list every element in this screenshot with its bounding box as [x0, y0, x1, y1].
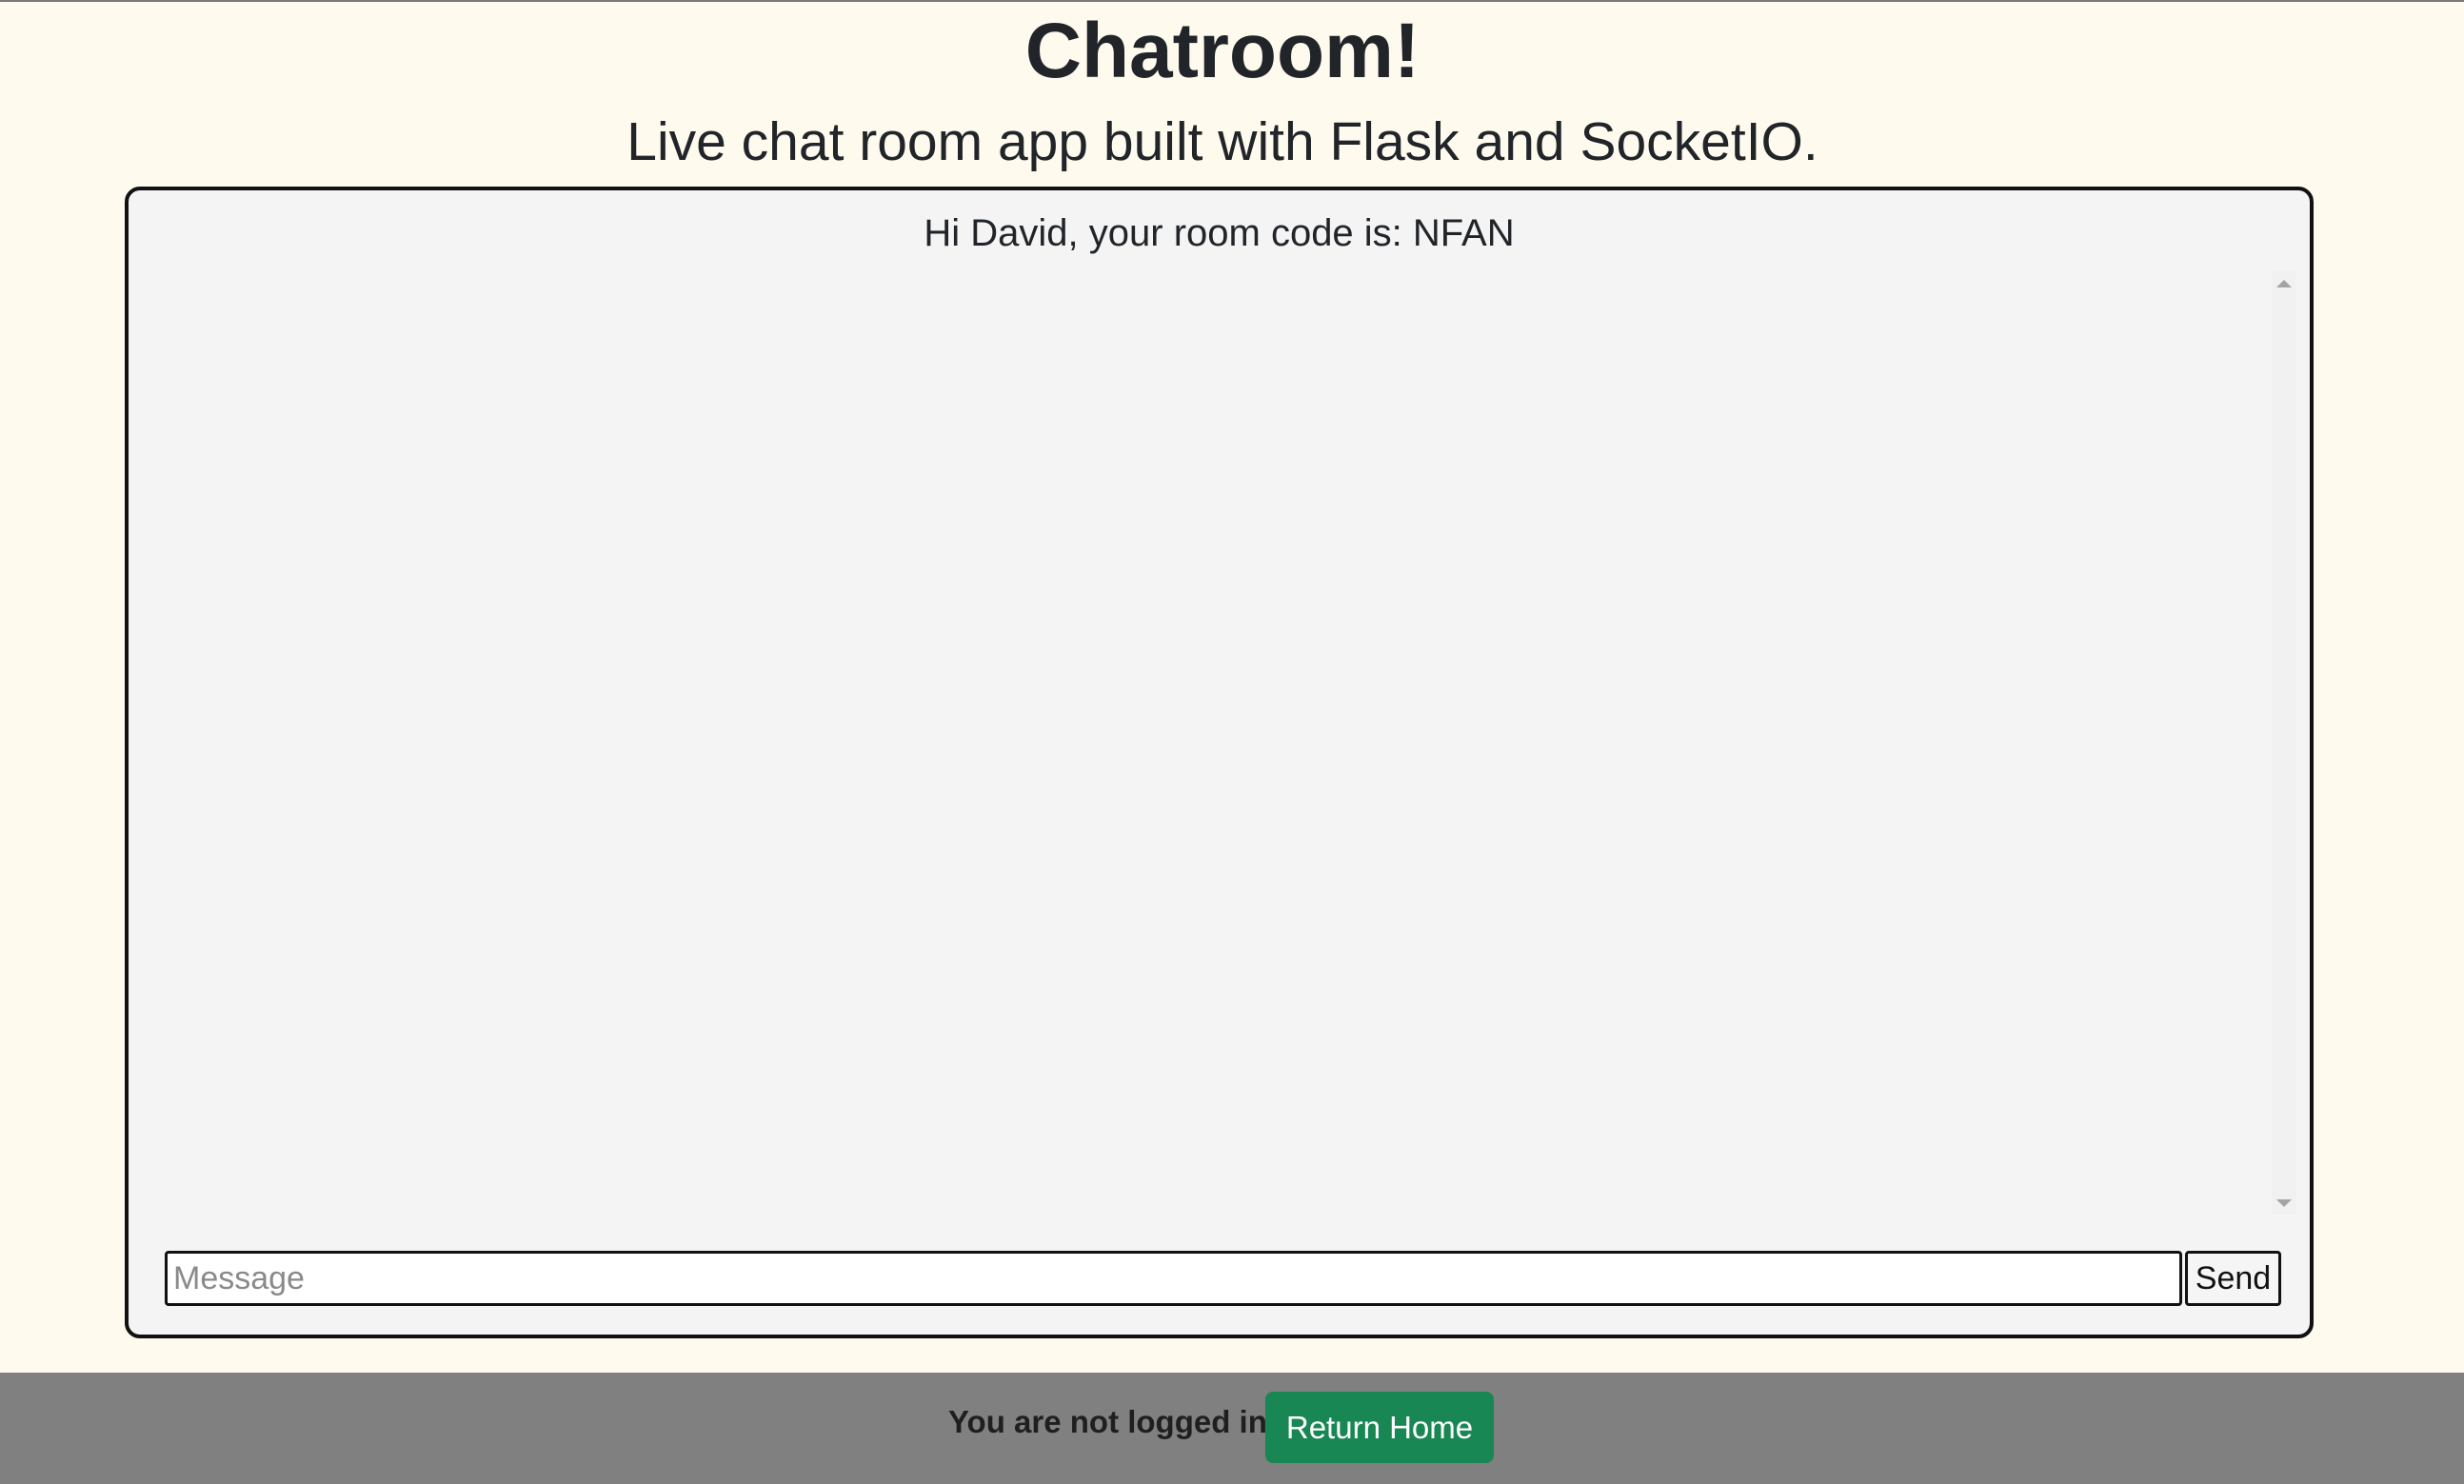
- room-code-greeting: Hi David, your room code is: NFAN: [924, 212, 1515, 254]
- send-button[interactable]: Send: [2185, 1251, 2281, 1306]
- login-status-text: You are not logged in: [948, 1404, 1267, 1439]
- message-input[interactable]: [165, 1251, 2182, 1306]
- messages-scrollbar[interactable]: [2272, 270, 2296, 1215]
- top-border-line: [0, 0, 2464, 2]
- scroll-down-arrow-icon[interactable]: [2276, 1199, 2292, 1207]
- messages-area[interactable]: [146, 267, 2272, 1218]
- page-title: Chatroom!: [1024, 8, 1421, 94]
- page-subtitle: Live chat room app built with Flask and …: [626, 111, 1818, 172]
- return-home-button[interactable]: Return Home: [1265, 1392, 1494, 1463]
- scroll-up-arrow-icon[interactable]: [2276, 280, 2292, 287]
- chat-panel: Hi David, your room code is: NFAN Send: [125, 187, 2314, 1338]
